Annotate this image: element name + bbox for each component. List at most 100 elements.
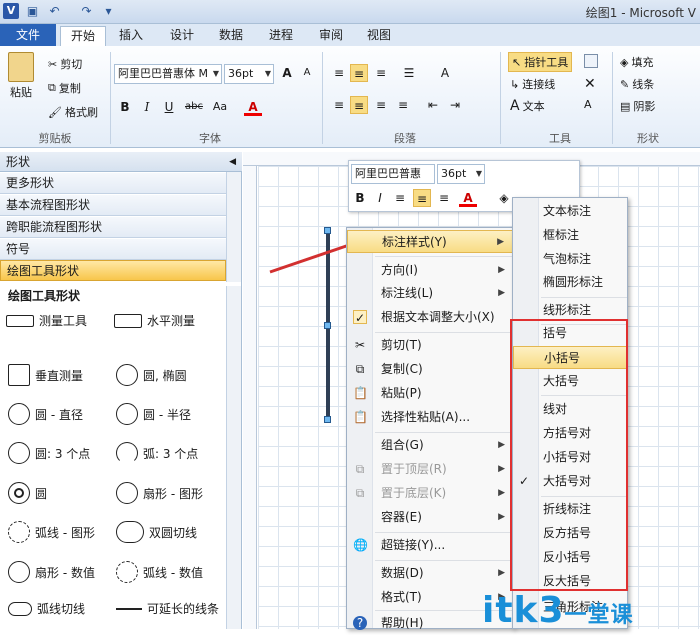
menu-send-to-back[interactable]: ⧉ 置于底层(K) ▶ bbox=[347, 482, 513, 505]
vertical-ruler[interactable] bbox=[243, 166, 257, 629]
stencil-drawing-tools[interactable]: 绘图工具形状 bbox=[0, 260, 226, 281]
menu-bring-to-front[interactable]: ⧉ 置于顶层(R) ▶ bbox=[347, 458, 513, 481]
paste-button[interactable]: 粘贴 bbox=[8, 52, 34, 100]
align-right-icon[interactable]: ≡ bbox=[435, 189, 453, 207]
tab-review[interactable]: 审阅 bbox=[312, 26, 350, 46]
align-left-icon[interactable]: ≡ bbox=[330, 96, 348, 114]
align-middle-icon[interactable]: ≡ bbox=[350, 64, 368, 82]
mini-font-select[interactable]: 阿里巴巴普惠 bbox=[351, 164, 435, 184]
tab-view[interactable]: 视图 bbox=[360, 26, 398, 46]
shape-circle-3points[interactable]: 圆: 3 个点 bbox=[8, 442, 90, 464]
fill-button[interactable]: ◈ 填充 bbox=[620, 54, 653, 70]
menu-resize-with-text[interactable]: ✓ 根据文本调整大小(X) bbox=[347, 306, 513, 329]
align-top-icon[interactable]: ≡ bbox=[330, 64, 348, 82]
shape-circle-ellipse[interactable]: 圆, 椭圆 bbox=[116, 364, 187, 386]
shape-circle-diameter[interactable]: 圆 - 直径 bbox=[8, 403, 83, 425]
shape-circle-radius[interactable]: 圆 - 半径 bbox=[116, 403, 191, 425]
menu-paste-special[interactable]: 📋 选择性粘贴(A)... bbox=[347, 406, 513, 429]
mini-italic-button[interactable]: I bbox=[371, 189, 389, 207]
shape-circle[interactable]: 圆 bbox=[8, 482, 47, 504]
grow-font-button[interactable]: A bbox=[278, 64, 296, 82]
submenu-box-callout[interactable]: 框标注 bbox=[513, 224, 627, 247]
menu-container[interactable]: 容器(E) ▶ bbox=[347, 506, 513, 529]
bullets-icon[interactable]: ☰ bbox=[400, 64, 418, 82]
menu-paste[interactable]: 📋 粘贴(P) bbox=[347, 382, 513, 405]
mini-font-color-button[interactable]: A bbox=[459, 189, 477, 207]
menu-hyperlink[interactable]: 🌐 超链接(Y)... bbox=[347, 534, 513, 557]
justify-icon[interactable]: ≡ bbox=[394, 96, 412, 114]
tab-process[interactable]: 进程 bbox=[262, 26, 300, 46]
mini-bold-button[interactable]: B bbox=[351, 189, 369, 207]
decrease-indent-icon[interactable]: ⇤ bbox=[424, 96, 442, 114]
undo-icon[interactable]: ↶ bbox=[46, 3, 63, 20]
italic-button[interactable]: I bbox=[138, 98, 156, 116]
shape-arc-value[interactable]: 弧线 - 数值 bbox=[116, 561, 203, 583]
shape-arc-graphic[interactable]: 弧线 - 图形 bbox=[8, 521, 95, 543]
collapse-panel-icon[interactable]: ◀ bbox=[229, 152, 236, 172]
rotate-text-icon[interactable]: A bbox=[584, 98, 592, 111]
menu-copy[interactable]: ⧉ 复制(C) bbox=[347, 358, 513, 381]
underline-button[interactable]: U bbox=[160, 98, 178, 116]
tab-file[interactable]: 文件 bbox=[0, 24, 56, 46]
visio-app-icon[interactable]: V bbox=[3, 3, 19, 19]
shape-arc-tangent[interactable]: 弧线切线 bbox=[8, 600, 85, 617]
copy-button[interactable]: ⧉ 复制 bbox=[48, 80, 81, 96]
menu-direction[interactable]: 方向(I) ▶ bbox=[347, 259, 513, 282]
stencil-cross-functional[interactable]: 跨职能流程图形状 bbox=[0, 217, 226, 238]
submenu-text-callout[interactable]: 文本标注 bbox=[513, 200, 627, 223]
cut-button[interactable]: ✂ 剪切 bbox=[48, 56, 82, 72]
close-icon[interactable]: ✕ bbox=[584, 76, 596, 92]
connector-tool-button[interactable]: ↳ 连接线 bbox=[510, 76, 555, 92]
rectangle-tool-button[interactable] bbox=[584, 54, 598, 68]
font-size-select[interactable]: 36pt ▼ bbox=[224, 64, 274, 84]
text-tool-button[interactable]: A 文本 bbox=[510, 98, 545, 114]
shape-measure-tool[interactable]: 测量工具 bbox=[6, 312, 87, 329]
shape-sector-value[interactable]: 扇形 - 数值 bbox=[8, 561, 95, 583]
align-bottom-icon[interactable]: ≡ bbox=[372, 64, 390, 82]
menu-callout-style[interactable]: 标注样式(Y) ▶ bbox=[347, 230, 513, 253]
align-center-icon[interactable]: ≡ bbox=[413, 189, 431, 207]
customize-qat-icon[interactable]: ▾ bbox=[100, 3, 117, 20]
menu-group[interactable]: 组合(G) ▶ bbox=[347, 434, 513, 457]
menu-callout-line[interactable]: 标注线(L) ▶ bbox=[347, 282, 513, 305]
change-case-button[interactable]: Aa bbox=[208, 98, 232, 116]
shrink-font-button[interactable]: A bbox=[298, 64, 316, 82]
submenu-oval-callout[interactable]: 椭圆形标注 bbox=[513, 271, 627, 294]
mini-size-select[interactable]: 36pt ▼ bbox=[437, 164, 485, 184]
selection-handle[interactable] bbox=[324, 322, 331, 329]
format-painter-button[interactable]: 🖌 格式刷 bbox=[48, 104, 98, 120]
tab-home[interactable]: 开始 bbox=[60, 26, 106, 46]
align-left-icon[interactable]: ≡ bbox=[391, 189, 409, 207]
tab-insert[interactable]: 插入 bbox=[112, 26, 150, 46]
shape-arc-3points[interactable]: 弧: 3 个点 bbox=[116, 442, 198, 464]
fill-bucket-icon[interactable]: ◈ bbox=[495, 189, 513, 207]
text-direction-icon[interactable]: A bbox=[436, 64, 454, 82]
save-icon[interactable]: ▣ bbox=[24, 3, 41, 20]
shape-vertical-measure[interactable]: 垂直测量 bbox=[8, 364, 83, 386]
pointer-tool-button[interactable]: ↖ 指针工具 bbox=[508, 52, 573, 72]
line-button[interactable]: ✎ 线条 bbox=[620, 76, 654, 92]
shape-horizontal-measure[interactable]: 水平测量 bbox=[114, 312, 195, 329]
stencil-basic-flowchart[interactable]: 基本流程图形状 bbox=[0, 195, 226, 216]
shapes-scrollbar[interactable] bbox=[226, 286, 241, 629]
bold-button[interactable]: B bbox=[116, 98, 134, 116]
redo-icon[interactable]: ↷ bbox=[78, 3, 95, 20]
selection-handle[interactable] bbox=[324, 416, 331, 423]
shape-extendable-line[interactable]: 可延长的线条 bbox=[116, 600, 219, 617]
menu-data[interactable]: 数据(D) ▶ bbox=[347, 562, 513, 585]
increase-indent-icon[interactable]: ⇥ bbox=[446, 96, 464, 114]
shadow-button[interactable]: ▤ 阴影 bbox=[620, 98, 655, 114]
stencil-symbols[interactable]: 符号 bbox=[0, 239, 226, 260]
shape-double-circle-tangent[interactable]: 双圆切线 bbox=[116, 521, 197, 543]
menu-cut[interactable]: ✂ 剪切(T) bbox=[347, 334, 513, 357]
align-center-icon[interactable]: ≡ bbox=[350, 96, 368, 114]
font-color-button[interactable]: A bbox=[244, 98, 262, 116]
font-family-select[interactable]: 阿里巴巴普惠体 M ▼ bbox=[114, 64, 222, 84]
strikethrough-button[interactable]: abc bbox=[182, 98, 206, 116]
tab-data[interactable]: 数据 bbox=[212, 26, 250, 46]
submenu-bubble-callout[interactable]: 气泡标注 bbox=[513, 248, 627, 271]
align-right-icon[interactable]: ≡ bbox=[372, 96, 390, 114]
tab-design[interactable]: 设计 bbox=[163, 26, 201, 46]
stencil-scrollbar[interactable] bbox=[226, 172, 241, 282]
shape-sector-graphic[interactable]: 扇形 - 图形 bbox=[116, 482, 203, 504]
